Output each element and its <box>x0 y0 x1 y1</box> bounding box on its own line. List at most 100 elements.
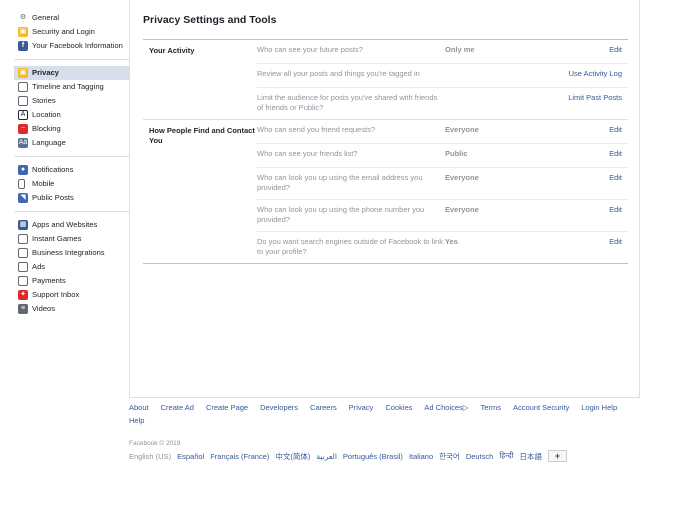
language-link[interactable]: العربية <box>316 452 337 461</box>
setting-value: Everyone <box>445 173 479 182</box>
sidebar-item-label: Videos <box>32 304 56 313</box>
sidebar-item-general[interactable]: ⚙ General <box>14 11 129 25</box>
business-icon <box>18 248 28 258</box>
sidebar-item-notifications[interactable]: ● Notifications <box>14 163 129 177</box>
facebook-icon: f <box>18 41 28 51</box>
footer-link[interactable]: Create Page <box>206 403 248 413</box>
setting-action-link[interactable]: Edit <box>555 237 622 257</box>
sidebar-item-business-integrations[interactable]: Business Integrations <box>14 246 129 260</box>
sidebar-divider <box>14 211 129 212</box>
setting-row[interactable]: Who can look you up using the email addr… <box>257 168 628 200</box>
ads-icon <box>18 262 28 272</box>
footer-link[interactable]: Terms <box>481 403 501 413</box>
current-language: English (US) <box>129 451 172 461</box>
setting-action-link[interactable]: Edit <box>555 149 622 161</box>
setting-row[interactable]: Do you want search engines outside of Fa… <box>257 232 628 263</box>
sidebar-item-apps-and-websites[interactable]: ▦ Apps and Websites <box>14 218 129 232</box>
more-languages-button[interactable]: + <box>548 450 568 462</box>
language-link[interactable]: 日本語 <box>520 451 543 462</box>
setting-row[interactable]: Who can send you friend requests? Everyon… <box>257 120 628 144</box>
sidebar-item-blocking[interactable]: − Blocking <box>14 122 129 136</box>
language-icon: Aä <box>18 138 28 148</box>
setting-question: Limit the audience for posts you've shar… <box>257 93 438 112</box>
setting-row[interactable]: Review all your posts and things you're … <box>257 64 628 88</box>
film-icon: ≡ <box>18 304 28 314</box>
sidebar-item-label: Blocking <box>32 124 61 133</box>
setting-action-link[interactable]: Limit Past Posts <box>555 93 622 113</box>
sidebar-item-label: Ads <box>32 262 46 271</box>
language-link[interactable]: 한국어 <box>439 451 460 462</box>
language-link[interactable]: Français (France) <box>210 452 269 461</box>
sidebar-item-label: Mobile <box>32 179 55 188</box>
timeline-icon <box>18 82 28 92</box>
setting-value <box>445 93 555 113</box>
footer: About Create Ad Create Page Developers Caree… <box>129 403 640 462</box>
sidebar-item-instant-games[interactable]: Instant Games <box>14 232 129 246</box>
card-icon <box>18 276 28 286</box>
setting-question: Who can look you up using the phone numb… <box>257 205 425 224</box>
sidebar-item-timeline-and-tagging[interactable]: Timeline and Tagging <box>14 80 129 94</box>
footer-link[interactable]: Careers <box>310 403 337 413</box>
section-title: How People Find and Contact You <box>149 126 255 145</box>
sidebar-item-label: Timeline and Tagging <box>32 82 104 91</box>
sidebar-item-language[interactable]: Aä Language <box>14 136 129 150</box>
setting-row[interactable]: Who can see your friends list? Public Edit <box>257 144 628 168</box>
sidebar-item-stories[interactable]: Stories <box>14 94 129 108</box>
setting-action-link[interactable]: Edit <box>555 125 622 137</box>
sidebar-item-payments[interactable]: Payments <box>14 274 129 288</box>
sidebar-item-public-posts[interactable]: ◥ Public Posts <box>14 191 129 205</box>
sidebar-item-label: Notifications <box>32 165 74 174</box>
footer-link[interactable]: Cookies <box>385 403 412 413</box>
footer-link[interactable]: Login Help <box>581 403 617 413</box>
support-icon: ✦ <box>18 290 28 300</box>
sidebar-item-label: Instant Games <box>32 234 82 243</box>
setting-action-link[interactable]: Edit <box>555 205 622 225</box>
sidebar-item-label: Privacy <box>32 68 60 77</box>
footer-link[interactable]: About <box>129 403 149 413</box>
setting-action-link[interactable]: Edit <box>555 45 622 57</box>
footer-link[interactable]: Privacy <box>349 403 374 413</box>
sidebar-item-label: Language <box>32 138 66 147</box>
setting-row[interactable]: Limit the audience for posts you've shar… <box>257 88 628 119</box>
footer-link[interactable]: Developers <box>260 403 298 413</box>
setting-value: Public <box>445 149 468 158</box>
sidebar-item-label: Public Posts <box>32 193 74 202</box>
mobile-icon <box>18 179 25 189</box>
language-link[interactable]: Español <box>177 452 204 461</box>
setting-question: Who can see your future posts? <box>257 45 363 54</box>
language-link[interactable]: Italiano <box>409 452 433 461</box>
footer-link[interactable]: Account Security <box>513 403 569 413</box>
stories-icon <box>18 96 28 106</box>
games-icon <box>18 234 28 244</box>
sidebar-item-privacy[interactable]: ▣ Privacy <box>14 66 129 80</box>
setting-value: Everyone <box>445 205 479 214</box>
sidebar-item-label: Stories <box>32 96 56 105</box>
sidebar-item-mobile[interactable]: Mobile <box>14 177 129 191</box>
footer-link[interactable]: Ad Choices▷ <box>424 403 468 413</box>
language-link[interactable]: Deutsch <box>466 452 494 461</box>
setting-question: Who can see your friends list? <box>257 149 358 158</box>
page-title: Privacy Settings and Tools <box>143 14 277 26</box>
sidebar-item-location[interactable]: A Location <box>14 108 129 122</box>
sidebar-item-label: Your Facebook Information <box>32 41 123 50</box>
language-link[interactable]: हिन्दी <box>499 451 513 461</box>
section-title: Your Activity <box>149 46 195 55</box>
sidebar-item-security-and-login[interactable]: ▣ Security and Login <box>14 25 129 39</box>
language-link[interactable]: 中文(简体) <box>275 451 310 462</box>
sidebar-item-videos[interactable]: ≡ Videos <box>14 302 129 316</box>
setting-row[interactable]: Who can look you up using the phone numb… <box>257 200 628 232</box>
setting-question: Who can send you friend requests? <box>257 125 375 134</box>
setting-action-link[interactable]: Edit <box>555 173 622 193</box>
language-selector: English (US) Español Français (France) 中文(… <box>129 450 640 462</box>
sidebar-item-ads[interactable]: Ads <box>14 260 129 274</box>
sidebar-item-your-facebook-information[interactable]: f Your Facebook Information <box>14 39 129 53</box>
footer-link[interactable]: Create Ad <box>161 403 194 413</box>
sidebar-item-support-inbox[interactable]: ✦ Support Inbox <box>14 288 129 302</box>
language-link[interactable]: Português (Brasil) <box>343 452 403 461</box>
lock-icon: ▣ <box>18 27 28 37</box>
setting-action-link[interactable]: Use Activity Log <box>555 69 622 81</box>
sidebar-item-label: Apps and Websites <box>32 220 98 229</box>
setting-question: Do you want search engines outside of Fa… <box>257 237 443 256</box>
footer-link[interactable]: Help <box>129 416 144 426</box>
setting-row[interactable]: Who can see your future posts? Only me Edi… <box>257 40 628 64</box>
